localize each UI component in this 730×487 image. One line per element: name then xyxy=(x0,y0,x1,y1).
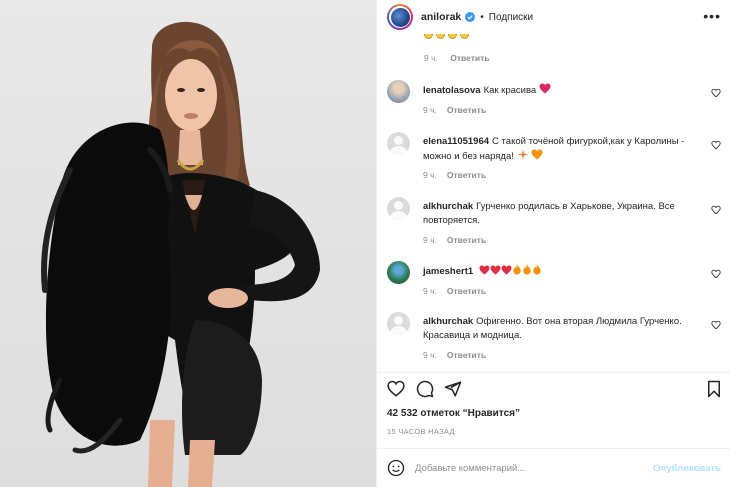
author-avatar[interactable] xyxy=(387,4,413,30)
heart-icon[interactable] xyxy=(387,380,405,398)
comment-time: 9 ч. xyxy=(423,235,437,245)
comment-text: lenatolasova Как красива xyxy=(423,83,703,98)
publish-button[interactable]: Опубликовать xyxy=(653,463,721,474)
commenter-username[interactable]: elena11051964 xyxy=(423,136,489,147)
previous-comment-emoji xyxy=(424,34,469,42)
sparkle-emoji-icon xyxy=(517,149,529,160)
red-heart-emoji-icon xyxy=(539,83,551,94)
more-options-icon[interactable]: ••• xyxy=(703,9,721,23)
verified-badge-icon xyxy=(465,12,476,22)
comment-time: 9 ч. xyxy=(424,53,438,63)
commenter-avatar[interactable] xyxy=(387,80,410,103)
post-photo[interactable] xyxy=(0,0,376,487)
comment-text: alkhurchak Гурченко родилась в Харькове, … xyxy=(423,201,675,226)
reply-button[interactable]: Ответить xyxy=(447,350,486,360)
commenter-avatar[interactable] xyxy=(387,197,410,220)
comment-time: 9 ч. xyxy=(423,350,437,360)
commenter-avatar[interactable] xyxy=(387,261,410,284)
comments-list[interactable]: 9 ч. Ответить lenatolasova Как красива 9 … xyxy=(377,34,730,372)
smile-icon[interactable] xyxy=(387,459,405,477)
post-photo-illustration xyxy=(41,21,320,487)
reply-button[interactable]: Ответить xyxy=(450,53,489,63)
comment-meta: 9 ч. Ответить xyxy=(423,235,486,245)
commenter-avatar[interactable] xyxy=(387,132,410,155)
post-header: anilorak • Подписки ••• xyxy=(377,0,730,34)
hearts-and-fire-emoji xyxy=(479,264,542,277)
reply-button[interactable]: Ответить xyxy=(447,286,486,296)
orange-heart-emoji-icon xyxy=(531,149,543,160)
comment-meta: 9 ч. Ответить xyxy=(423,286,486,296)
like-comment-heart-icon[interactable] xyxy=(711,205,721,215)
reply-button[interactable]: Ответить xyxy=(447,170,486,180)
comment-meta: 9 ч. Ответить xyxy=(423,105,486,115)
comment-meta: 9 ч. Ответить xyxy=(423,350,486,360)
comment-icon[interactable] xyxy=(416,380,434,398)
post-actions-bar xyxy=(377,372,730,400)
commenter-avatar[interactable] xyxy=(387,312,410,335)
post-timestamp: 15 ЧАСОВ НАЗАД xyxy=(387,427,455,436)
comment-text: alkhurchak Офигенно. Вот она вторая Людми… xyxy=(423,316,682,341)
like-comment-heart-icon[interactable] xyxy=(711,140,721,150)
comment-time: 9 ч. xyxy=(423,170,437,180)
header-separator: • xyxy=(480,11,484,23)
add-comment-bar: Добавьте комментарий... Опубликовать xyxy=(377,448,730,487)
like-comment-heart-icon[interactable] xyxy=(711,320,721,330)
post-side-panel: anilorak • Подписки ••• 9 ч. Ответить le… xyxy=(376,0,730,487)
likes-count[interactable]: 42 532 отметок “Нравится” xyxy=(387,408,520,419)
like-comment-heart-icon[interactable] xyxy=(711,269,721,279)
comment-text: elena11051964 С такой точёной фигуркой,ка… xyxy=(423,136,685,162)
comment-time: 9 ч. xyxy=(423,286,437,296)
previous-comment-meta: 9 ч. Ответить xyxy=(424,53,490,63)
author-username[interactable]: anilorak xyxy=(421,11,461,23)
like-comment-heart-icon[interactable] xyxy=(711,88,721,98)
commenter-username[interactable]: lenatolasova xyxy=(423,85,481,96)
commenter-username[interactable]: jameshert1 xyxy=(423,266,473,277)
commenter-username[interactable]: alkhurchak xyxy=(423,316,473,327)
comment-meta: 9 ч. Ответить xyxy=(423,170,486,180)
reply-button[interactable]: Ответить xyxy=(447,105,486,115)
instagram-post: anilorak • Подписки ••• 9 ч. Ответить le… xyxy=(0,0,730,487)
reply-button[interactable]: Ответить xyxy=(447,235,486,245)
comment-time: 9 ч. xyxy=(423,105,437,115)
comment-text: jameshert1 xyxy=(423,264,703,279)
bookmark-icon[interactable] xyxy=(705,380,723,398)
comment-input[interactable]: Добавьте комментарий... xyxy=(415,463,653,474)
following-button[interactable]: Подписки xyxy=(489,12,533,23)
commenter-username[interactable]: alkhurchak xyxy=(423,201,473,212)
send-icon[interactable] xyxy=(444,380,462,398)
